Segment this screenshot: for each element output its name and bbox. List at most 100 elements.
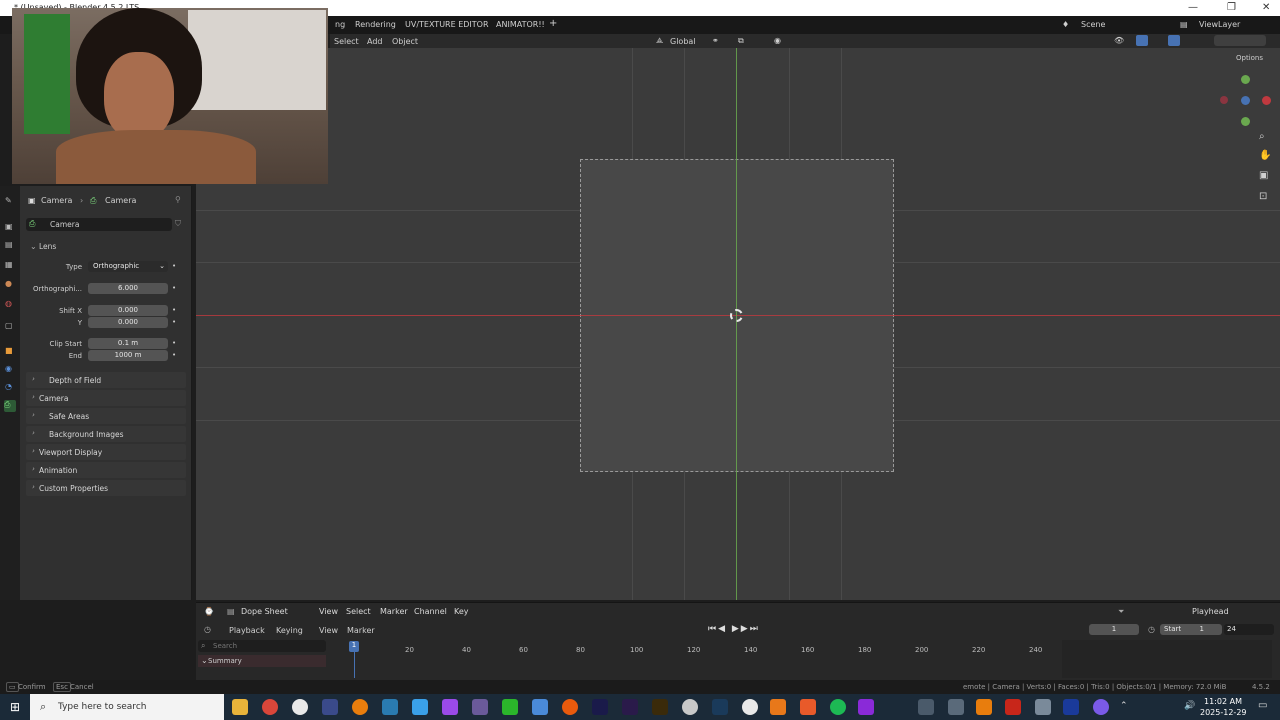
gizmo-y-axis-icon[interactable] [1241, 75, 1250, 84]
tab-rendering[interactable]: Rendering [355, 20, 396, 29]
tray-app-icon[interactable] [1035, 699, 1051, 715]
windows-start-icon[interactable]: ⊞ [10, 700, 20, 714]
app-icon[interactable] [322, 699, 338, 715]
keyframe-dot-icon[interactable]: • [172, 318, 176, 326]
blender-icon[interactable] [352, 699, 368, 715]
object-tab-icon[interactable]: ■ [5, 346, 13, 355]
close-icon[interactable]: ✕ [1262, 2, 1270, 13]
current-frame-field[interactable]: 1 [1089, 624, 1139, 635]
lens-chevron-icon[interactable]: ⌄ [30, 242, 37, 251]
filter-icon[interactable]: ⏷ [1118, 607, 1124, 617]
playhead-dropdown[interactable]: Playhead [1192, 607, 1229, 616]
world-tab-icon[interactable]: ◍ [5, 299, 12, 308]
spotify-icon[interactable] [830, 699, 846, 715]
gizmo-neg-x-icon[interactable] [1220, 96, 1228, 104]
add-workspace-button[interactable]: + [549, 18, 557, 29]
zoom-icon[interactable]: ⌕ [1259, 131, 1265, 142]
scene-name[interactable]: Scene [1081, 20, 1105, 29]
fake-user-shield-icon[interactable]: ⛉ [175, 219, 181, 229]
steam-icon[interactable] [712, 699, 728, 715]
panel-camera[interactable]: › Camera [26, 390, 186, 406]
panel-safe-areas[interactable]: › Safe Areas [26, 408, 186, 424]
menu-channel[interactable]: Channel [414, 607, 447, 616]
lens-panel-title[interactable]: Lens [39, 242, 56, 251]
media-player-icon[interactable] [502, 699, 518, 715]
tray-app-icon[interactable] [918, 699, 934, 715]
shading-mode-buttons[interactable] [1214, 35, 1266, 46]
datablock-selector[interactable]: ⎙ Camera [26, 218, 172, 231]
keyframe-dot-icon[interactable]: • [172, 262, 176, 270]
keyframe-dot-icon[interactable]: • [172, 351, 176, 359]
tab-animator[interactable]: ANIMATOR!! [496, 20, 545, 29]
snap-icon[interactable]: ⧉ [738, 36, 744, 46]
clip-start-field[interactable]: 0.1 m [88, 338, 168, 349]
chatgpt-icon[interactable] [742, 699, 758, 715]
taskbar-search-box[interactable]: ⌕ Type here to search [30, 694, 224, 720]
pivot-icon[interactable]: ⚭ [712, 36, 719, 45]
panel-animation[interactable]: › Animation [26, 462, 186, 478]
chrome-icon[interactable] [262, 699, 278, 715]
app-icon[interactable] [858, 699, 874, 715]
discord-icon[interactable] [1093, 699, 1109, 715]
brave-icon[interactable] [800, 699, 816, 715]
output-tab-icon[interactable]: ▤ [5, 240, 13, 249]
end-frame-field[interactable]: 24 [1224, 624, 1274, 635]
datablock-name[interactable]: Camera [50, 220, 79, 229]
dope-sheet-mode[interactable]: Dope Sheet [241, 607, 288, 616]
summary-channel[interactable]: ⌄ Summary [198, 655, 326, 667]
tab-uv-texture-editor[interactable]: UV/TEXTURE EDITOR [405, 20, 489, 29]
app-icon[interactable] [442, 699, 458, 715]
clip-end-field[interactable]: 1000 m [88, 350, 168, 361]
illustrator-icon[interactable] [652, 699, 668, 715]
playhead-frame-indicator[interactable]: 1 [349, 641, 359, 652]
maximize-icon[interactable]: ❐ [1227, 2, 1236, 13]
camera-data-tab-icon[interactable]: ⎙ [4, 400, 16, 412]
file-explorer-icon[interactable] [232, 699, 248, 715]
menu-key[interactable]: Key [454, 607, 469, 616]
camera-view-icon[interactable]: ▣ [1259, 170, 1268, 181]
options-menu[interactable]: Options [1236, 54, 1263, 62]
after-effects-icon[interactable] [592, 699, 608, 715]
notification-icon[interactable]: ▭ [1258, 700, 1267, 711]
tab-workspace-partial[interactable]: ng [335, 20, 345, 29]
menu-timeline-marker[interactable]: Marker [347, 626, 375, 635]
app-icon[interactable] [382, 699, 398, 715]
playback-controls[interactable]: ⏮◀ ▶▶⏭ [708, 624, 760, 634]
panel-viewport-display[interactable]: › Viewport Display [26, 444, 186, 460]
menu-marker[interactable]: Marker [380, 607, 408, 616]
calculator-icon[interactable] [532, 699, 548, 715]
premiere-icon[interactable] [622, 699, 638, 715]
live-icon[interactable] [472, 699, 488, 715]
app-icon[interactable] [562, 699, 578, 715]
physics-tab-icon[interactable]: ◔ [5, 382, 12, 391]
pin-icon[interactable]: ⚲ [175, 195, 181, 204]
panel-custom-properties[interactable]: › Custom Properties [26, 480, 186, 496]
start-frame-field[interactable]: Start 1 [1160, 624, 1222, 635]
render-tab-icon[interactable]: ▣ [5, 222, 13, 231]
playhead-line[interactable] [354, 652, 355, 678]
menu-timeline-view[interactable]: View [319, 626, 338, 635]
gizmo-neg-y-icon[interactable] [1241, 117, 1250, 126]
collection-tab-icon[interactable]: ▢ [5, 321, 13, 330]
tray-app-icon[interactable] [976, 699, 992, 715]
menu-view[interactable]: View [319, 607, 338, 616]
tool-tab-icon[interactable]: ✎ [5, 196, 12, 205]
viewlayer-name[interactable]: ViewLayer [1199, 20, 1240, 29]
keyframe-dot-icon[interactable]: • [172, 306, 176, 314]
tray-app-icon[interactable] [948, 699, 964, 715]
minimize-icon[interactable]: — [1188, 2, 1198, 13]
app-icon[interactable] [412, 699, 428, 715]
menu-playback[interactable]: Playback [229, 626, 265, 635]
shift-y-field[interactable]: 0.000 [88, 317, 168, 328]
pan-hand-icon[interactable]: ✋ [1259, 150, 1271, 161]
volume-icon[interactable]: 🔊 [1184, 701, 1195, 711]
orientation-dropdown[interactable]: Global [670, 37, 696, 46]
shift-x-field[interactable]: 0.000 [88, 305, 168, 316]
taskbar-date[interactable]: 2025-12-29 [1200, 708, 1247, 717]
view-layer-tab-icon[interactable]: ▦ [5, 260, 13, 269]
keyframe-dot-icon[interactable]: • [172, 284, 176, 292]
menu-add[interactable]: Add [367, 37, 383, 46]
menu-object[interactable]: Object [392, 37, 418, 46]
ortho-scale-field[interactable]: 6.000 [88, 283, 168, 294]
app-icon[interactable] [770, 699, 786, 715]
